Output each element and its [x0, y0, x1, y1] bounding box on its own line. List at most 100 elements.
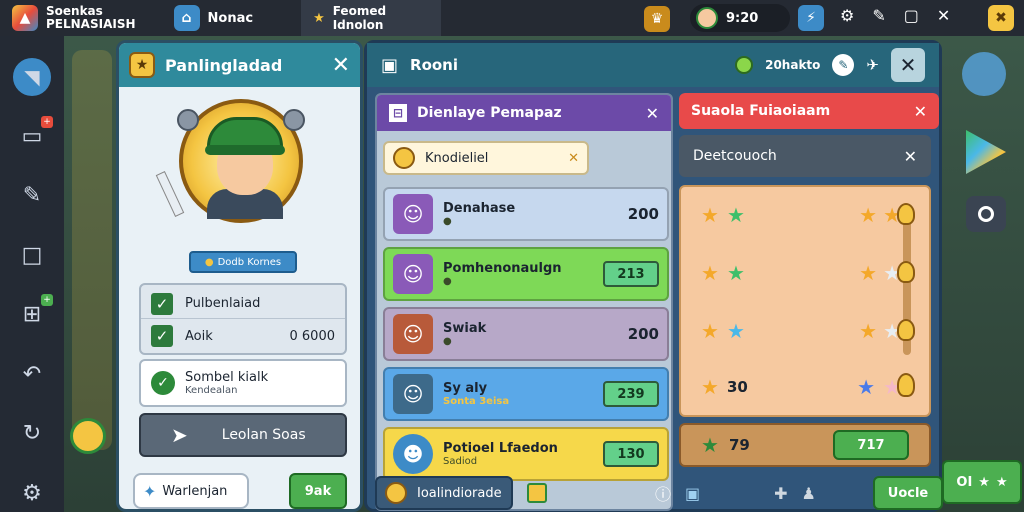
figure-icon[interactable]: ♟: [802, 484, 816, 503]
sidebar-chat-button[interactable]: ▭ +: [13, 115, 53, 156]
close-icon[interactable]: ✕: [937, 6, 950, 25]
rating-row[interactable]: ★ ★ ★ ★: [701, 263, 901, 283]
star-icon: ★: [978, 474, 990, 490]
tools-icon[interactable]: ✖: [988, 5, 1014, 31]
sidebar-edit-button[interactable]: ✎: [13, 177, 51, 215]
shield-icon[interactable]: [527, 483, 547, 503]
sword-icon: [155, 171, 185, 217]
green-star-icon: ★: [726, 203, 745, 227]
player-value: 200: [627, 325, 659, 343]
checkbox-checked[interactable]: ✓: [151, 292, 173, 315]
puzzle-icon[interactable]: ✚: [774, 484, 787, 503]
player-list-title: Dienlaye Pemapaz: [417, 105, 562, 121]
lightning-icon[interactable]: ⚡: [798, 5, 824, 31]
rating-subtitle: Deetcouoch: [693, 148, 777, 164]
medal-icon: ★: [129, 52, 155, 78]
gold-star-icon: ★: [701, 319, 719, 343]
maximize-icon[interactable]: ▢: [904, 6, 919, 25]
blue-star-icon: ★: [726, 319, 745, 343]
close-list-button[interactable]: ✕: [646, 104, 659, 123]
checklist-value: 0 6000: [289, 328, 336, 344]
search-chip[interactable]: Knodieliel ✕: [383, 141, 589, 175]
selected-option[interactable]: ✓ Sombel kialk Kendealan: [139, 359, 347, 407]
player-name: Swiak: [443, 321, 487, 336]
player-name: Pomhenonaulgn: [443, 261, 562, 276]
clear-search-icon[interactable]: ✕: [568, 151, 579, 166]
rating-panel: Suaola Fuiaoiaam ✕ Deetcouoch ✕ ★ ★ ★ ★ ★ ★…: [679, 93, 939, 511]
checklist-panel: ✓ Pulbenlaiad ✓ Aoik 0 6000: [139, 283, 347, 355]
pin-icon[interactable]: ✈: [866, 56, 879, 74]
sidebar-settings-button[interactable]: ⚙: [13, 475, 51, 512]
tab-game[interactable]: ★ Feomed Idnolon: [301, 0, 442, 36]
checkbox-checked[interactable]: ✓: [151, 325, 173, 347]
rating-bottom-box[interactable]: 717: [833, 430, 909, 460]
sidebar-add-button[interactable]: ⊞ +: [13, 294, 53, 334]
list-item[interactable]: ☺ Denahase ● 200: [383, 187, 669, 241]
cap-visor-shape: [205, 145, 285, 155]
list-item[interactable]: ☺ Sy aly Sonta 3eisa 239: [383, 367, 669, 421]
sidebar-back-button[interactable]: ↶: [13, 356, 51, 394]
background-tile: [72, 50, 112, 450]
list-item[interactable]: ☺ Swiak ● 200: [383, 307, 669, 361]
pin-icon[interactable]: ✎: [872, 6, 885, 25]
checklist-item[interactable]: ✓ Pulbenlaiad: [141, 289, 345, 319]
player-name: Potioel Lfaedon: [443, 441, 558, 456]
confirm-button-label: Uocle: [887, 485, 929, 501]
rating-row[interactable]: ★ ★ ★ ★: [701, 205, 901, 225]
info-icon[interactable]: ⓘ: [655, 481, 671, 505]
close-room-button[interactable]: ✕: [891, 48, 925, 82]
room-title: Rooni: [410, 56, 458, 74]
list-item[interactable]: ☺ Pomhenonaulgn ● 213: [383, 247, 669, 301]
profile-window: ★ Panlingladad ✕ ● Dodb Kornes ✓ Pulbenl…: [116, 40, 363, 512]
right-edge-label: OI: [956, 474, 973, 490]
pen-icon[interactable]: ✎: [832, 54, 855, 76]
confirm-button[interactable]: Uocle: [873, 476, 943, 510]
add-icon: ⊞: [22, 302, 42, 328]
gold-star-icon: ★: [859, 261, 878, 285]
lock-icon[interactable]: ▣: [685, 484, 700, 503]
green-star-icon: ★: [701, 433, 719, 457]
app-subtitle: PELNASIAISH: [46, 17, 136, 31]
sidebar-refresh-button[interactable]: ↻: [13, 415, 51, 453]
app-header: ▲ Soenkas PELNASIAISH: [0, 0, 148, 36]
undo-icon: ↶: [22, 361, 42, 387]
checklist-item[interactable]: ✓ Aoik 0 6000: [141, 321, 345, 351]
tab-home[interactable]: ⌂ Nonac: [162, 0, 266, 36]
close-profile-button[interactable]: ✕: [332, 53, 350, 78]
player-avatar: ☺: [393, 314, 433, 354]
edit-icon: ✎: [22, 183, 42, 209]
gold-gem-icon: [897, 261, 915, 283]
settings-icon[interactable]: ⚙: [840, 6, 854, 25]
confirm-small-button[interactable]: 9ak: [289, 473, 347, 509]
rating-row[interactable]: ★ ★ ★ ★: [701, 321, 901, 341]
footer-chip-label: Ioalindiorade: [417, 485, 502, 501]
check-circle-icon: ✓: [151, 371, 175, 395]
notification-badge: +: [41, 115, 53, 128]
gem-icon: ●: [443, 216, 452, 227]
sidebar-window-button[interactable]: □: [13, 237, 51, 275]
top-bar: ▲ Soenkas PELNASIAISH ⌂ Nonac ★ Feomed I…: [0, 0, 1024, 36]
send-button-label: Leolan Soas: [221, 427, 306, 443]
square-icon: □: [21, 242, 43, 268]
trophy-icon[interactable]: ♛: [644, 6, 670, 32]
gold-star-icon: ★: [701, 261, 719, 285]
play-store-icon[interactable]: [966, 130, 1006, 174]
bottom-chip[interactable]: ✦ Warlenjan: [133, 473, 249, 509]
right-edge-button[interactable]: OI ★ ★: [942, 460, 1022, 504]
player-subtitle: Sonta 3eisa: [443, 396, 510, 407]
send-button[interactable]: ➤ Leolan Soas: [139, 413, 347, 457]
rating-bottom-value: 79: [728, 436, 750, 454]
gem-icon: ●: [443, 276, 452, 287]
left-sidebar: ◥ ▭ + ✎ □ ⊞ + ↶ ↻ ⚙: [0, 36, 64, 512]
camera-icon[interactable]: [966, 196, 1006, 232]
room-icon: ▣: [381, 54, 399, 76]
rating-row[interactable]: ★ 30 ★ ★: [701, 377, 901, 397]
close-subheader-button[interactable]: ✕: [904, 147, 917, 166]
footer-chip[interactable]: Ioalindiorade: [375, 476, 513, 510]
list-item[interactable]: ☻ Potioel Lfaedon Sadiod 130: [383, 427, 669, 481]
sidebar-bird-button[interactable]: ◥: [13, 58, 51, 96]
rating-left-value: 30: [726, 378, 748, 396]
room-header: ▣ Rooni 20hakto ✎ ✈ ✕: [367, 43, 939, 87]
close-rating-button[interactable]: ✕: [914, 102, 927, 121]
gold-gem-icon: [897, 319, 915, 341]
